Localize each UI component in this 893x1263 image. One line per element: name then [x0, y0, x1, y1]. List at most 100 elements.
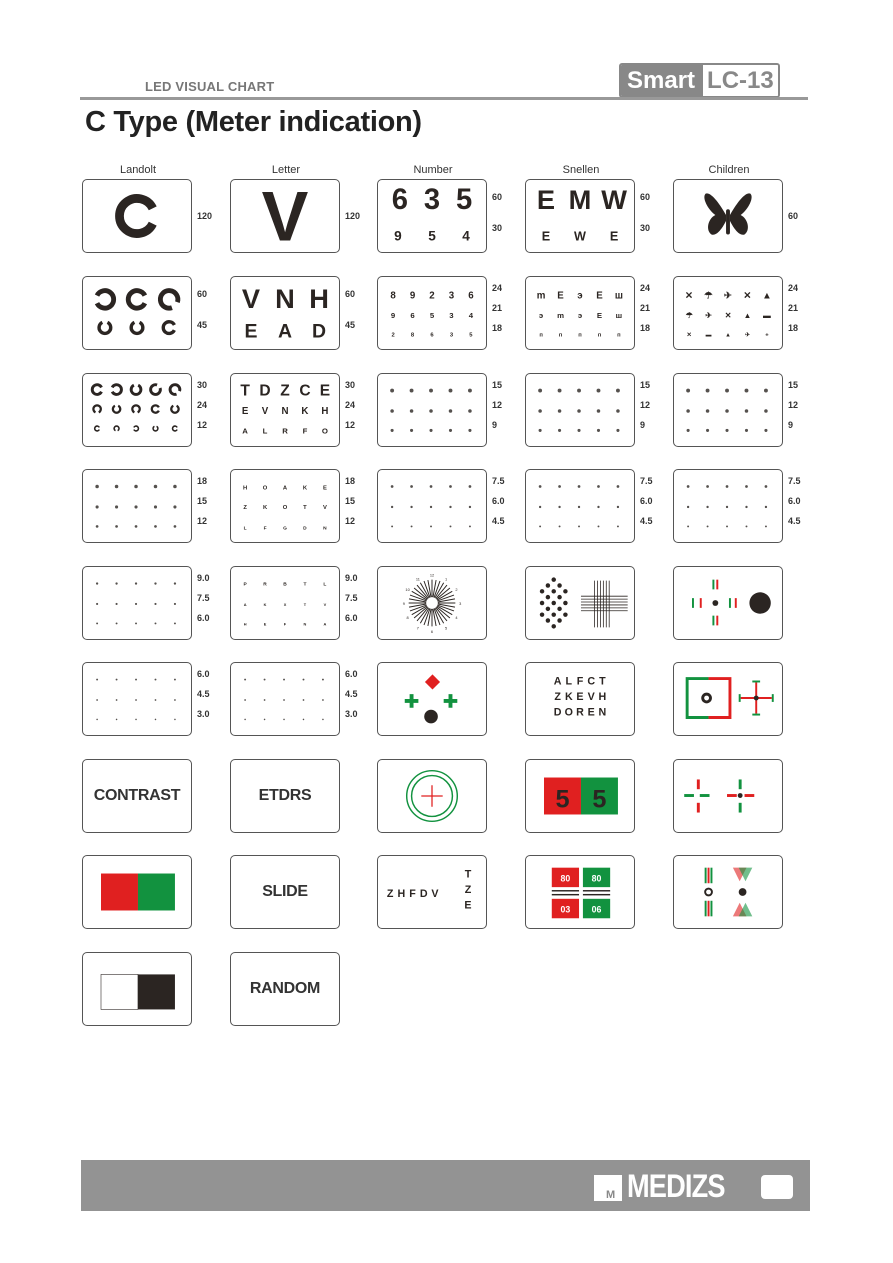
optotype-dot [468, 485, 472, 488]
optotype-dot [687, 525, 690, 528]
optotype: H [243, 485, 247, 491]
optotype-dot [173, 622, 176, 625]
landolt-120-size-label: 120 [197, 211, 213, 221]
optotype: A [323, 621, 326, 626]
svg-text:5: 5 [445, 625, 447, 630]
optotype-dot [744, 409, 749, 413]
optotype-dot [263, 678, 266, 681]
optotype: C [587, 675, 595, 687]
optotype: M [569, 184, 592, 215]
optotype-dot [390, 485, 394, 488]
landolt-6-size-label: 4.5 [197, 689, 210, 699]
optotype-dot [726, 525, 728, 528]
optotype-dot [725, 505, 729, 509]
landolt-ring [150, 404, 160, 414]
optotype-dot [115, 525, 118, 528]
optotype: H [397, 888, 405, 900]
optotype: L [244, 525, 247, 531]
optotype-dot [115, 699, 118, 701]
white-block [100, 974, 139, 1010]
optotype-dot [429, 409, 433, 413]
optotype: V [431, 888, 439, 900]
optotype: ш [615, 290, 623, 301]
letter-30-size-label: 12 [345, 420, 356, 430]
optotype: E [610, 229, 618, 243]
brand-model: LC-13 [701, 65, 778, 96]
landolt-30-size-label: 24 [197, 400, 208, 410]
optotype: ш [616, 311, 622, 320]
contrast-label: CONTRAST [93, 787, 181, 804]
optotype: E [537, 184, 555, 215]
optotype-dot [448, 388, 453, 393]
landolt-ring [152, 425, 159, 432]
letter-60-size-label: 60 [345, 289, 356, 299]
butterfly-icon [704, 193, 752, 235]
optotype-dot [578, 525, 580, 528]
chart-card-number-24: 8 9 2 3 6 9 6 5 3 4 2 8 6 3 5 [377, 276, 487, 350]
chart-card-letter-30: TDZCEEVNKHALRFO [230, 373, 340, 447]
optotype: E [597, 311, 602, 320]
snellen-15-size-label: 15 [640, 380, 651, 390]
svg-text:1: 1 [445, 577, 447, 582]
optotype: N [304, 621, 307, 626]
optotype: 5 [430, 311, 435, 320]
chart-card-dash-cross [673, 759, 783, 833]
optotype: Z [243, 505, 247, 511]
optotype-dot [96, 678, 99, 681]
page-number-box [761, 1175, 793, 1199]
optotype: K [264, 602, 267, 607]
children-24-size-label: 21 [788, 303, 799, 313]
optotype-dot [558, 505, 561, 509]
optotype-dot [115, 678, 118, 681]
number-7.5-size-label: 6.0 [492, 496, 505, 506]
optotype-dot [114, 484, 119, 489]
snellen-7.5-size-label: 4.5 [640, 516, 653, 526]
snellen-60-size-label: 30 [640, 223, 651, 233]
landolt-18-size-label: 18 [197, 476, 208, 486]
letter-30-size-label: 30 [345, 380, 356, 390]
optotype-dot [538, 409, 542, 413]
landolt-9-size-label: 9.0 [197, 573, 210, 583]
optotype-dot [686, 409, 690, 413]
optotype: W [574, 229, 586, 243]
optotype-dot [96, 622, 99, 625]
optotype: O [263, 485, 268, 491]
column-label-snellen: Snellen [562, 164, 600, 176]
chart-card-children-15 [673, 373, 783, 447]
children-15-size-label: 15 [788, 380, 799, 390]
column-label-landolt: Landolt [119, 164, 157, 176]
chart-card-children-60 [673, 179, 783, 253]
optotype-dot [96, 699, 98, 701]
letter-18-size-label: 15 [345, 496, 356, 506]
svg-text:3: 3 [459, 601, 461, 606]
optotype-dot [706, 485, 709, 488]
chart-card-letter-9: P R B T L A K X T V H E F N A [230, 566, 340, 640]
optotype: ▲ [762, 290, 772, 301]
optotype-dot [616, 388, 620, 393]
optotype-dot [706, 525, 709, 528]
snellen-24-size-label: 21 [640, 303, 651, 313]
chart-card-children-7.5 [673, 469, 783, 543]
section-label: LED VISUAL CHART [145, 79, 275, 94]
optotype: R [282, 426, 288, 435]
optotype-dot [616, 428, 620, 432]
optotype-dot [616, 525, 619, 528]
letter-6-size-label: 4.5 [345, 689, 358, 699]
optotype-dot [302, 699, 305, 701]
landolt-18-size-label: 12 [197, 516, 208, 526]
optotype-dot [154, 699, 157, 701]
optotype-dot [390, 505, 394, 509]
svg-text:7: 7 [417, 625, 419, 630]
chart-card-duochrome-boxes: 80 80 03 06 [525, 855, 635, 929]
optotype-dot [745, 525, 748, 528]
optotype-dot [135, 699, 137, 701]
children-7.5-size-label: 7.5 [788, 476, 801, 486]
optotype-dot [390, 409, 394, 413]
optotype-dot [597, 505, 600, 509]
landolt-ring [93, 425, 100, 432]
optotype: K [565, 691, 573, 703]
optotype-dot [134, 525, 138, 528]
chart-card-letter-18: H O A K E Z K O T V L F G D N [230, 469, 340, 543]
optotype-dot [95, 582, 99, 585]
optotype-dot [558, 428, 562, 432]
